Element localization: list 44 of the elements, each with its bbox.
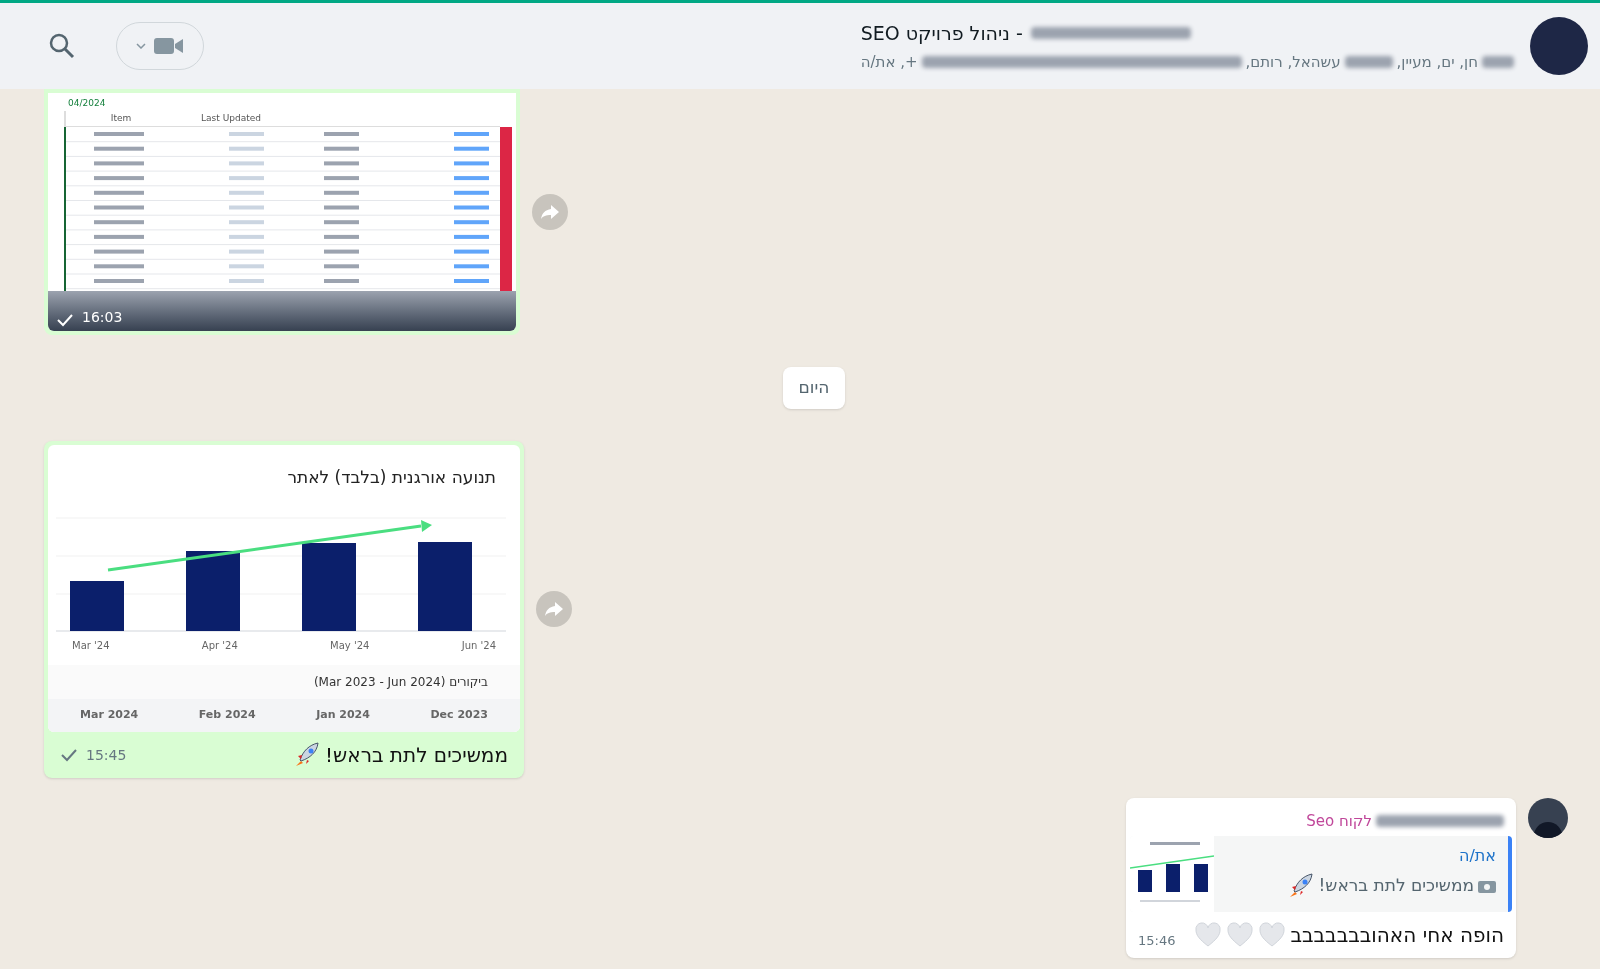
forward-button[interactable] bbox=[532, 194, 568, 230]
axis-label: Apr '24 bbox=[201, 639, 238, 653]
chart-subtitle: ביקורים (Mar 2023 - Jun 2024) bbox=[312, 674, 489, 691]
quote-text: ממשיכים לתת בראש! bbox=[1318, 874, 1474, 898]
message-time: 16:03 bbox=[82, 308, 123, 327]
axis-label: Jun '24 bbox=[461, 639, 496, 653]
message-text: הופה אחי האהובבבבבבב bbox=[1290, 922, 1504, 949]
month-label: Jan 2024 bbox=[316, 707, 370, 723]
avatar bbox=[1528, 797, 1568, 838]
heart-icon bbox=[1258, 922, 1287, 948]
heart-icon bbox=[1194, 922, 1223, 948]
axis-label: May '24 bbox=[330, 639, 370, 653]
message-text: ממשיכים לתת בראש! bbox=[325, 741, 508, 769]
redacted-text bbox=[1482, 56, 1514, 69]
heart-icon bbox=[1226, 922, 1255, 948]
forward-icon bbox=[540, 204, 560, 220]
column-header: Last Updated bbox=[200, 111, 262, 125]
forward-button[interactable] bbox=[536, 591, 572, 627]
forward-icon bbox=[544, 601, 564, 617]
month-label: Dec 2023 bbox=[430, 707, 488, 723]
camera-icon bbox=[1478, 879, 1496, 893]
group-avatar bbox=[1530, 17, 1588, 75]
caret-icon bbox=[136, 43, 146, 49]
message-time: 15:46 bbox=[1138, 931, 1176, 950]
sender-name: לקוח Seo bbox=[1306, 810, 1372, 832]
check-icon bbox=[56, 313, 74, 327]
message-time: 15:45 bbox=[86, 745, 127, 765]
video-camera-icon bbox=[154, 36, 184, 56]
check-icon bbox=[60, 747, 78, 762]
chat-title: - ניהול פרויקט SEO bbox=[860, 20, 1023, 46]
redacted-text bbox=[1344, 56, 1393, 69]
month-label: Feb 2024 bbox=[198, 707, 256, 723]
chart-bar bbox=[70, 581, 124, 631]
chart-title: תנועה אורגנית (בלבד) לאתר bbox=[286, 465, 497, 489]
date-chip: היום bbox=[782, 367, 846, 409]
quote-author: את/ה bbox=[1457, 845, 1496, 867]
month-label: Mar 2024 bbox=[80, 707, 139, 723]
participant-names: חן, ים, מעיין, bbox=[1396, 52, 1478, 73]
participant-names: +, את/ה bbox=[860, 52, 918, 73]
participant-names: עשהאל, רותם, bbox=[1245, 52, 1341, 73]
search-icon[interactable] bbox=[48, 32, 76, 60]
group-label: 04/2024 bbox=[68, 97, 106, 110]
axis-label: Mar '24 bbox=[72, 639, 110, 653]
column-header: Item bbox=[109, 111, 133, 125]
